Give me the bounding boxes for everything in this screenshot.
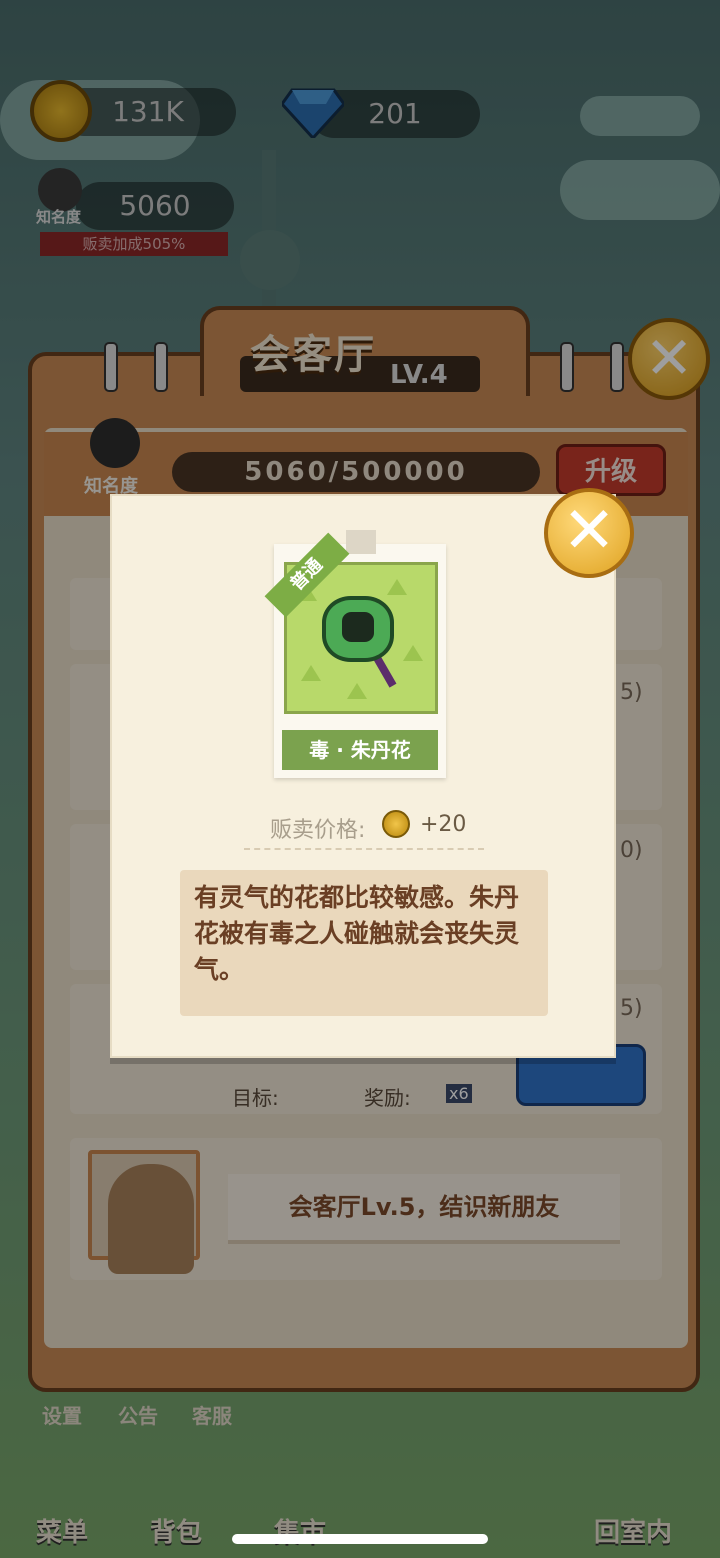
price-value: +20 [420,812,467,837]
flower-core [342,612,374,642]
card-tape [346,530,376,554]
home-indicator[interactable] [232,1534,488,1544]
close-dialog-button[interactable]: ✕ [544,488,634,578]
close-icon: ✕ [562,494,616,568]
item-name: 毒 · 朱丹花 [282,730,438,770]
price-label: 贩卖价格: [270,818,366,843]
item-description: 有灵气的花都比较敏感。朱丹花被有毒之人碰触就会丧失灵气。 [194,883,520,984]
coin-icon [382,810,410,838]
divider [244,848,484,850]
